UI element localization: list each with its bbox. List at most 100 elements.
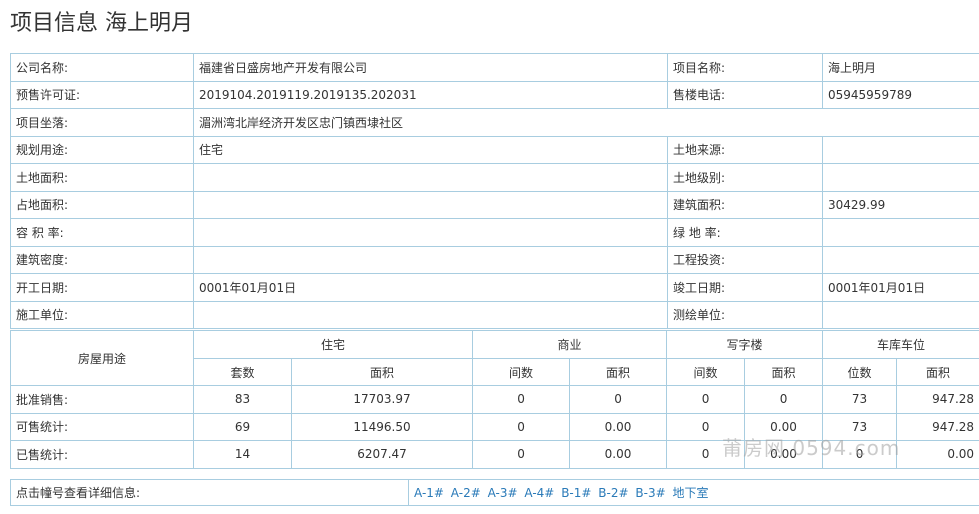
project-name-label: 项目名称: [667,53,823,82]
density-value [193,245,668,274]
sales-stats-table: 房屋用途 住宅 商业 写字楼 车库车位 套数 面积 间数 面积 间数 面积 位数… [10,330,979,469]
sub-com-count: 间数 [472,358,571,386]
building-link-b3[interactable]: B-3# [635,486,665,500]
finish-date-label: 竣工日期: [667,273,823,302]
green-ratio-label: 绿 地 率: [667,218,823,247]
building-link-a2[interactable]: A-2# [451,486,481,500]
sales-phone-value: 05945959789 [822,80,979,109]
res-count: 83 [193,385,292,414]
table-row: 开工日期: 0001年01月01日 竣工日期: 0001年01月01日 [10,273,979,302]
building-link-b1[interactable]: B-1# [561,486,591,500]
group-garage: 车库车位 [822,330,979,359]
table-row: 土地面积: 土地级别: [10,163,979,192]
sub-res-area: 面积 [290,358,474,386]
building-links-label: 点击幢号查看详细信息: [10,479,409,506]
off-count: 0 [666,440,746,469]
building-link-basement[interactable]: 地下室 [672,486,708,500]
com-area: 0.00 [569,412,668,441]
green-ratio-value [822,218,979,247]
table-row: 建筑密度: 工程投资: [10,245,979,274]
start-date-value: 0001年01月01日 [193,273,668,302]
building-area-value: 30429.99 [822,190,979,219]
group-office: 写字楼 [666,330,824,359]
investment-value [822,245,979,274]
building-link-a4[interactable]: A-4# [524,486,554,500]
investment-label: 工程投资: [667,245,823,274]
builder-value [193,300,668,329]
table-row: 规划用途: 住宅 土地来源: [10,135,979,164]
table-row: 占地面积: 建筑面积: 30429.99 [10,190,979,219]
project-info-table: 公司名称: 福建省日盛房地产开发有限公司 项目名称: 海上明月 预售许可证: 2… [10,53,979,329]
usage-value: 住宅 [193,135,668,164]
res-count: 69 [193,412,292,441]
land-area-label: 土地面积: [10,163,194,192]
off-area: 0.00 [744,440,824,469]
off-count: 0 [666,385,746,414]
sub-gar-count: 位数 [822,358,898,386]
res-count: 14 [193,440,292,469]
sales-phone-label: 售楼电话: [667,80,823,109]
building-links-table: 点击幢号查看详细信息: A-1# A-2# A-3# A-4# B-1# B-2… [10,479,979,506]
sub-gar-area: 面积 [896,358,979,386]
plot-ratio-label: 容 积 率: [10,218,194,247]
building-link-a3[interactable]: A-3# [488,486,518,500]
res-area: 6207.47 [290,440,474,469]
group-commercial: 商业 [472,330,668,359]
com-count: 0 [472,412,571,441]
com-count: 0 [472,440,571,469]
gar-area: 947.28 [896,412,979,441]
row-label: 已售统计: [10,440,194,469]
group-residential: 住宅 [192,330,474,359]
usage-label: 规划用途: [10,135,194,164]
company-label: 公司名称: [10,53,194,82]
location-value: 湄洲湾北岸经济开发区忠门镇西埭社区 [193,108,979,137]
row-label: 可售统计: [10,412,194,441]
gar-count: 73 [822,412,898,441]
surveyor-value [822,300,979,329]
company-value: 福建省日盛房地产开发有限公司 [193,53,668,82]
res-area: 11496.50 [290,412,474,441]
building-links-cell: A-1# A-2# A-3# A-4# B-1# B-2# B-3# 地下室 [408,479,979,506]
off-area: 0.00 [744,412,824,441]
off-area: 0 [744,385,824,414]
gar-area: 947.28 [896,385,979,414]
occupied-area-value [193,190,668,219]
gar-area: 0.00 [896,440,979,469]
builder-label: 施工单位: [10,300,194,329]
table-row: 批准销售: 83 17703.97 0 0 0 0 73 947.28 [10,385,979,414]
building-link-a1[interactable]: A-1# [414,486,444,500]
com-area: 0.00 [569,440,668,469]
com-count: 0 [472,385,571,414]
sub-res-count: 套数 [193,358,292,386]
page-title: 项目信息 海上明月 [10,11,193,36]
surveyor-label: 测绘单位: [667,300,823,329]
com-area: 0 [569,385,668,414]
usage-row-header: 房屋用途 [10,330,194,386]
building-link-b2[interactable]: B-2# [598,486,628,500]
gar-count: 73 [822,385,898,414]
permit-value: 2019104.2019119.2019135.202031 [193,80,668,109]
finish-date-value: 0001年01月01日 [822,273,979,302]
land-source-value [822,135,979,164]
row-label: 批准销售: [10,385,194,414]
table-row: 公司名称: 福建省日盛房地产开发有限公司 项目名称: 海上明月 [10,53,979,82]
off-count: 0 [666,412,746,441]
sub-off-count: 间数 [666,358,746,386]
table-row: 点击幢号查看详细信息: A-1# A-2# A-3# A-4# B-1# B-2… [10,479,979,506]
table-row: 项目坐落: 湄洲湾北岸经济开发区忠门镇西埭社区 [10,108,979,137]
sub-off-area: 面积 [744,358,824,386]
building-area-label: 建筑面积: [667,190,823,219]
table-row: 预售许可证: 2019104.2019119.2019135.202031 售楼… [10,80,979,109]
density-label: 建筑密度: [10,245,194,274]
land-grade-label: 土地级别: [667,163,823,192]
gar-count: 0 [822,440,898,469]
sub-com-area: 面积 [569,358,668,386]
stats-header-row: 房屋用途 住宅 商业 写字楼 车库车位 [10,330,979,386]
table-row: 可售统计: 69 11496.50 0 0.00 0 0.00 73 947.2… [10,412,979,441]
location-label: 项目坐落: [10,108,194,137]
land-grade-value [822,163,979,192]
start-date-label: 开工日期: [10,273,194,302]
table-row: 已售统计: 14 6207.47 0 0.00 0 0.00 0 0.00 [10,440,979,469]
plot-ratio-value [193,218,668,247]
table-row: 施工单位: 测绘单位: [10,300,979,329]
